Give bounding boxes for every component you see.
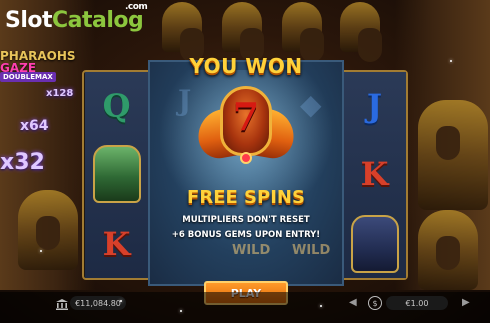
info-bonus-gems: +6 BONUS GEMS UPON ENTRY! (171, 230, 321, 240)
slotcatalog-logo: SlotCatalog .com (5, 2, 148, 33)
reel-symbol-k: K (102, 225, 131, 263)
reel-symbol-j: J (366, 87, 383, 125)
free-spins-label: FREE SPINS (187, 187, 305, 208)
pharaoh-symbol-icon (92, 145, 141, 203)
sparkle (320, 305, 322, 307)
reel-column-right: J K (343, 72, 406, 278)
sparkle (40, 250, 42, 252)
sparkle (450, 60, 452, 62)
pharaoh-statue-top (222, 2, 264, 62)
arrow-left-icon[interactable]: ◀ (349, 297, 357, 308)
multiplier-x32: x32 (0, 150, 45, 175)
pharaoh-statue-left (18, 190, 78, 270)
info-multipliers: MULTIPLIERS DON'T RESET (182, 215, 310, 225)
reel-symbol-figure (85, 140, 148, 208)
provider-badge: DOUBLEMAX (0, 72, 56, 82)
scarab-emblem: 7 (194, 84, 298, 176)
anubis-symbol-icon (350, 215, 399, 273)
reel-symbol-q: Q (102, 87, 131, 125)
bet-display: €1.00 (386, 296, 448, 310)
coin-stack-icon[interactable]: $ (368, 296, 382, 310)
pharaoh-statue-top (282, 2, 324, 62)
arrow-right-icon[interactable]: ▶ (462, 297, 470, 308)
pharaoh-statue-right-lower (418, 210, 478, 290)
game-title: PHARAOHS GAZE (0, 49, 76, 75)
reel-symbol-anubis (343, 210, 406, 278)
you-won-heading: YOU WON (189, 54, 303, 78)
multiplier-x64: x64 (20, 118, 49, 134)
red-gem-icon (240, 152, 252, 164)
sparkle (180, 310, 182, 312)
reel-symbol-k: K (360, 155, 389, 193)
sparkle (120, 300, 122, 302)
balance-display: €11,084.80 (70, 296, 126, 310)
background-symbol-figure: ◆ (300, 88, 322, 121)
pharaoh-statue-right (418, 100, 488, 210)
pharaoh-statue-top (162, 2, 204, 62)
background-symbol-j: J (178, 84, 192, 117)
background-wild-label: WILD (232, 243, 271, 258)
multiplier-x128: x128 (46, 88, 74, 99)
free-spins-count: 7 (232, 94, 260, 139)
background-wild-label: WILD (292, 243, 331, 258)
pharaoh-statue-top (340, 2, 382, 62)
bank-icon (56, 299, 68, 310)
reel-column-left: Q K (85, 72, 148, 278)
